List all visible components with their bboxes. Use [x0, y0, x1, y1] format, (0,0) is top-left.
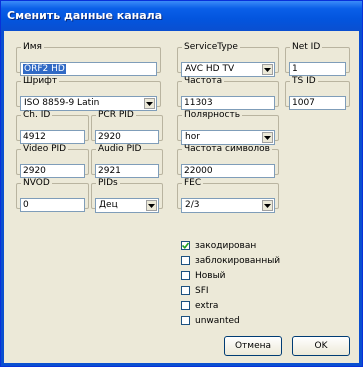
checkbox-locked[interactable]: заблокированный: [181, 255, 280, 266]
chevron-down-icon[interactable]: [144, 98, 155, 109]
checkbox-box[interactable]: [181, 271, 190, 280]
checkmark-icon: [182, 242, 189, 249]
checkbox-label: закодирован: [195, 240, 257, 251]
frequency-label: Частота: [184, 76, 223, 86]
checkbox-box[interactable]: [181, 256, 190, 265]
video-pid-label: Video PID: [23, 144, 67, 154]
checkbox-label: extra: [195, 300, 219, 311]
fec-select[interactable]: 2/3: [181, 198, 275, 213]
nvod-group: NVOD 0: [16, 178, 89, 212]
checkbox-label: заблокированный: [195, 255, 281, 266]
checkbox-extra[interactable]: extra: [181, 300, 218, 311]
title-bar[interactable]: Сменить данные канала: [1, 1, 362, 31]
cancel-button[interactable]: Отмена: [224, 336, 282, 356]
ts-id-input[interactable]: 1007: [289, 96, 346, 110]
polarity-label: Полярность: [184, 110, 241, 120]
checkbox-box[interactable]: [181, 301, 190, 310]
service-type-group: ServiceType AVC HD TV: [177, 42, 279, 77]
checkbox-box[interactable]: [181, 316, 190, 325]
nvod-label: NVOD: [23, 178, 50, 188]
net-id-label: Net ID: [292, 42, 321, 52]
service-type-label: ServiceType: [184, 42, 238, 52]
fec-label: FEC: [184, 178, 202, 188]
frequency-group: Частота 11303: [177, 76, 279, 110]
pcr-pid-label: PCR PID: [98, 110, 134, 120]
name-input[interactable]: ORF2 HD: [20, 62, 157, 76]
pcr-pid-input[interactable]: 2920: [95, 130, 159, 144]
frequency-input[interactable]: 11303: [181, 96, 275, 110]
checkbox-label: Новый: [195, 270, 226, 281]
checkbox-new[interactable]: Новый: [181, 270, 226, 281]
font-select[interactable]: ISO 8859-9 Latin: [20, 96, 157, 111]
checkbox-label: SFI: [195, 285, 209, 296]
font-group: Шрифт ISO 8859-9 Latin: [16, 76, 161, 111]
audio-pid-label: Audio PID: [98, 144, 142, 154]
pids-group: PIDs Дец: [91, 178, 163, 213]
polarity-group: Полярность hor: [177, 110, 279, 145]
ts-id-label: TS ID: [292, 76, 316, 86]
video-pid-group: Video PID 2920: [16, 144, 89, 178]
audio-pid-input[interactable]: 2921: [95, 164, 159, 178]
pids-select[interactable]: Дец: [95, 198, 159, 213]
audio-pid-group: Audio PID 2921: [91, 144, 163, 178]
nvod-input[interactable]: 0: [20, 198, 85, 212]
name-group: Имя ORF2 HD: [16, 42, 161, 76]
symbol-rate-label: Частота символов: [184, 144, 270, 154]
fec-group: FEC 2/3: [177, 178, 279, 213]
pcr-pid-group: PCR PID 2920: [91, 110, 163, 144]
checkbox-box[interactable]: [181, 286, 190, 295]
chevron-down-icon[interactable]: [262, 132, 273, 143]
service-type-select[interactable]: AVC HD TV: [181, 62, 275, 77]
ch-id-label: Ch. ID: [23, 110, 51, 120]
checkbox-box[interactable]: [181, 241, 190, 250]
ts-id-group: TS ID 1007: [285, 76, 350, 110]
checkbox-label: unwanted: [195, 315, 240, 326]
checkbox-encrypted[interactable]: закодирован: [181, 240, 256, 251]
chevron-down-icon[interactable]: [262, 64, 273, 75]
ok-button[interactable]: OK: [292, 336, 350, 356]
polarity-select[interactable]: hor: [181, 130, 275, 145]
window-frame-bottom: [1, 363, 362, 366]
chevron-down-icon[interactable]: [262, 200, 273, 211]
checkbox-unwanted[interactable]: unwanted: [181, 315, 240, 326]
window-title: Сменить данные канала: [7, 9, 163, 22]
name-label: Имя: [23, 42, 42, 52]
ch-id-input[interactable]: 4912: [20, 130, 85, 144]
font-label: Шрифт: [23, 76, 58, 86]
ch-id-group: Ch. ID 4912: [16, 110, 89, 144]
pids-label: PIDs: [98, 178, 118, 188]
checkbox-sfi[interactable]: SFI: [181, 285, 209, 296]
symbol-rate-input[interactable]: 22000: [181, 164, 275, 178]
video-pid-input[interactable]: 2920: [20, 164, 85, 178]
window-frame-left: [1, 31, 4, 366]
net-id-group: Net ID 1: [285, 42, 350, 76]
symbol-rate-group: Частота символов 22000: [177, 144, 279, 178]
channel-form: Имя ORF2 HD ServiceType AVC HD TV Net ID…: [16, 43, 352, 363]
dialog-window: Сменить данные канала Имя ORF2 HD Servic…: [0, 0, 363, 367]
chevron-down-icon[interactable]: [146, 200, 157, 211]
window-frame-right: [359, 31, 362, 366]
net-id-input[interactable]: 1: [289, 62, 346, 76]
